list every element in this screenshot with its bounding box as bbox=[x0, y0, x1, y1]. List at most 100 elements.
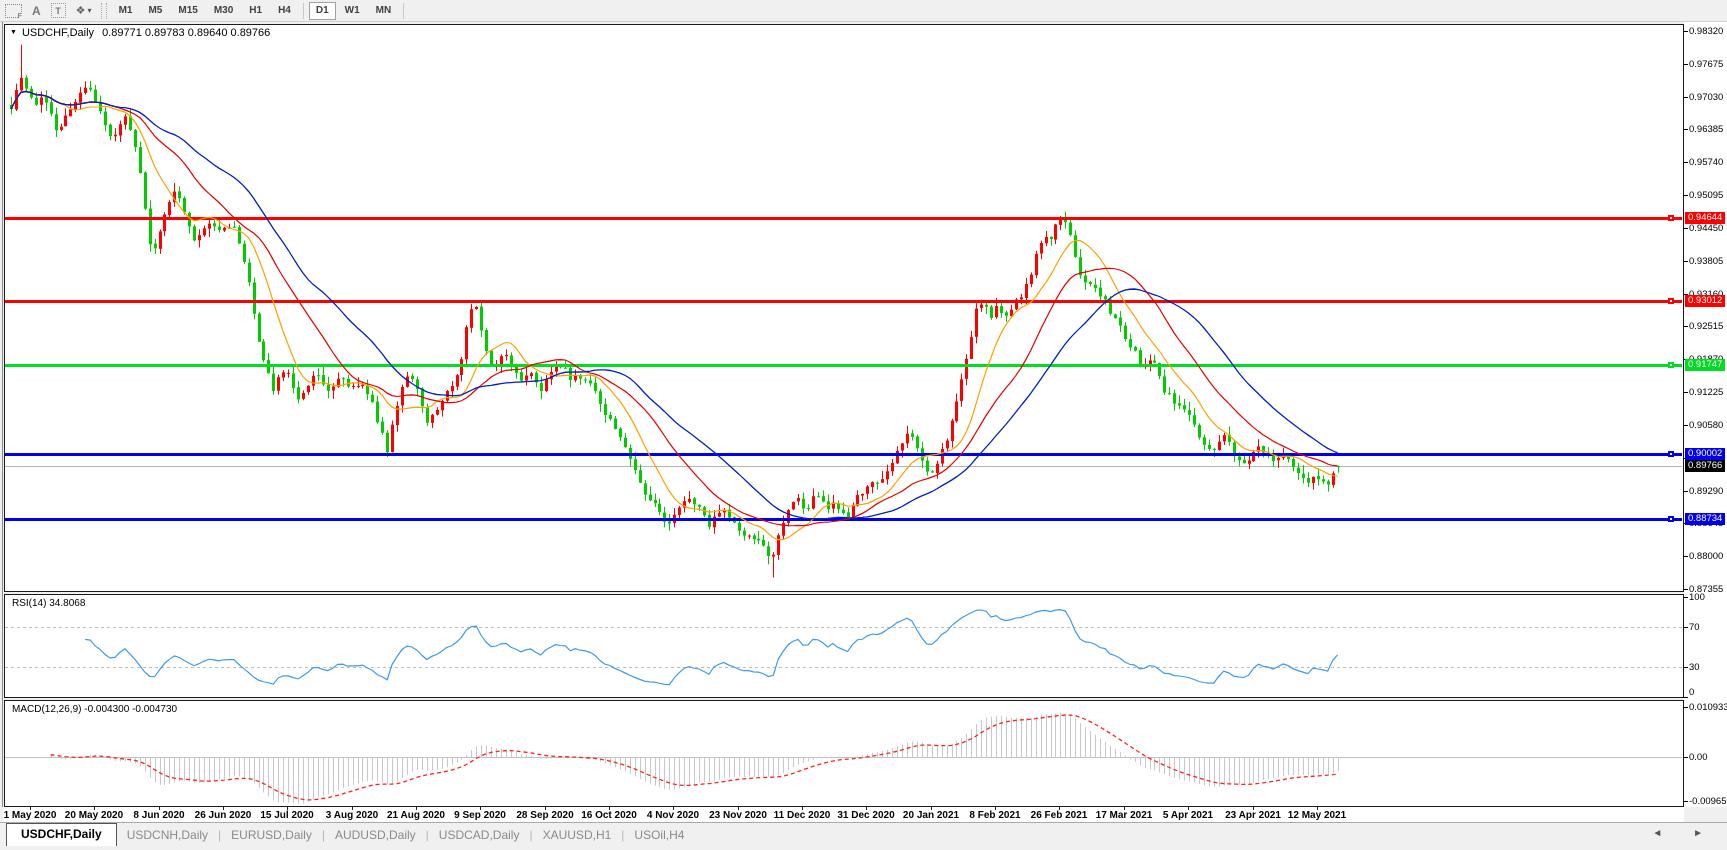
timeframe-button-m15[interactable]: M15 bbox=[171, 2, 204, 20]
timeframe-button-h1[interactable]: H1 bbox=[242, 2, 269, 20]
price-axis-label: 0.89290 bbox=[1689, 486, 1723, 497]
toolbar-separator bbox=[403, 3, 404, 19]
label-tool-icon[interactable]: T bbox=[51, 3, 66, 19]
price-axis-tick bbox=[1684, 556, 1688, 557]
date-axis-label: 15 Jul 2020 bbox=[260, 810, 313, 821]
tab-usdcad[interactable]: USDCAD,Daily bbox=[429, 825, 530, 846]
date-axis-label: 23 Nov 2020 bbox=[709, 810, 767, 821]
date-axis-label: 23 Apr 2021 bbox=[1225, 810, 1281, 821]
current-price-label: 0.89766 bbox=[1685, 460, 1725, 472]
macd-axis-label: -0.009653 bbox=[1689, 796, 1727, 807]
date-axis-label: 5 Apr 2021 bbox=[1163, 810, 1213, 821]
price-axis-tick bbox=[1684, 97, 1688, 98]
timeframe-button-mn[interactable]: MN bbox=[369, 2, 399, 20]
tab-eurusd[interactable]: EURUSD,Daily bbox=[221, 825, 322, 846]
rsi-axis-tick bbox=[1684, 627, 1688, 628]
chart-symbol-period: USDCHF,Daily bbox=[22, 27, 94, 39]
grid-f-tool-icon[interactable]: F bbox=[5, 3, 22, 19]
date-axis-label: 20 Jan 2021 bbox=[903, 810, 959, 821]
label-t-glyph: T bbox=[51, 3, 66, 18]
price-axis-tick bbox=[1684, 326, 1688, 327]
price-axis-tick bbox=[1684, 491, 1688, 492]
price-axis-label: 0.88000 bbox=[1689, 551, 1723, 562]
price-axis-label: 0.93805 bbox=[1689, 256, 1723, 267]
price-axis-tick bbox=[1684, 195, 1688, 196]
chart-tab-bar: USDCHF,DailyUSDCNH,Daily|EURUSD,Daily|AU… bbox=[0, 822, 1727, 846]
timeframe-button-d1[interactable]: D1 bbox=[309, 2, 336, 20]
text-a-glyph: A bbox=[32, 4, 41, 18]
price-axis-tick bbox=[1684, 31, 1688, 32]
terminal-window: F AT ❖▾ M1M5M15M30H1H4 D1W1MN ▼ USDCHF,Daily 0… bbox=[0, 0, 1727, 850]
price-axis-label: 0.96385 bbox=[1689, 124, 1723, 135]
tab-xauusd[interactable]: XAUUSD,H1 bbox=[533, 825, 622, 846]
tab-scroll-right-icon[interactable]: ► bbox=[1693, 828, 1717, 839]
timeframe-button-m1[interactable]: M1 bbox=[112, 2, 140, 20]
date-axis-label: 26 Feb 2021 bbox=[1031, 810, 1088, 821]
date-axis-label: 28 Sep 2020 bbox=[516, 810, 573, 821]
date-axis-label: 21 Aug 2020 bbox=[387, 810, 445, 821]
dropdown-arrow-icon[interactable]: ▾ bbox=[88, 6, 92, 15]
timeframe-button-m30[interactable]: M30 bbox=[207, 2, 240, 20]
price-axis-label: 0.97030 bbox=[1689, 92, 1723, 103]
date-axis-label: 8 Jun 2020 bbox=[133, 810, 184, 821]
shapes-glyph: ❖ bbox=[76, 4, 86, 17]
chart-ohlc-values: 0.89771 0.89783 0.89640 0.89766 bbox=[102, 27, 270, 39]
timeframe-button-h4[interactable]: H4 bbox=[271, 2, 298, 20]
macd-indicator-canvas[interactable] bbox=[4, 700, 1684, 807]
date-axis: 1 May 2020 20 May 2020 8 Jun 2020 26 Jun 20… bbox=[3, 807, 1684, 822]
tab-usdchf[interactable]: USDCHF,Daily bbox=[6, 823, 117, 846]
chart-title[interactable]: ▼ USDCHF,Daily 0.89771 0.89783 0.89640 0.8… bbox=[10, 27, 270, 39]
date-axis-label: 26 Jun 2020 bbox=[195, 810, 252, 821]
date-axis-label: 17 Mar 2021 bbox=[1096, 810, 1153, 821]
price-axis-tick bbox=[1684, 589, 1688, 590]
macd-axis-tick bbox=[1684, 707, 1688, 708]
rsi-indicator-canvas[interactable] bbox=[4, 594, 1684, 698]
price-axis-tick bbox=[1684, 64, 1688, 65]
price-axis-label: 0.95740 bbox=[1689, 157, 1723, 168]
price-axis-label: 0.97675 bbox=[1689, 59, 1723, 70]
price-chart-canvas[interactable] bbox=[4, 24, 1684, 592]
grid-f-letter: F bbox=[18, 13, 22, 20]
price-axis-label: 0.94450 bbox=[1689, 223, 1723, 234]
price-axis-label: 0.91225 bbox=[1689, 387, 1723, 398]
tab-usdcnh[interactable]: USDCNH,Daily bbox=[117, 825, 218, 846]
date-axis-label: 31 Dec 2020 bbox=[837, 810, 894, 821]
date-axis-label: 12 May 2021 bbox=[1288, 810, 1346, 821]
rsi-axis-tick bbox=[1684, 597, 1688, 598]
date-axis-label: 9 Sep 2020 bbox=[454, 810, 506, 821]
hline-price-label: 0.94644 bbox=[1685, 212, 1725, 224]
window-left-border bbox=[2, 22, 3, 807]
hline-price-label: 0.90002 bbox=[1685, 448, 1725, 460]
rsi-axis-label: 30 bbox=[1689, 662, 1700, 673]
rsi-axis-label: 0 bbox=[1689, 687, 1694, 698]
shapes-tool-icon[interactable]: ❖▾ bbox=[76, 3, 92, 19]
date-axis-label: 11 Dec 2020 bbox=[774, 810, 831, 821]
collapse-triangle-icon[interactable]: ▼ bbox=[10, 29, 17, 36]
macd-axis-tick bbox=[1684, 757, 1688, 758]
macd-axis-label: 0.010933 bbox=[1689, 702, 1727, 713]
tab-usoil[interactable]: USOil,H4 bbox=[624, 825, 694, 846]
price-axis-tick bbox=[1684, 228, 1688, 229]
macd-axis-label: 0.00 bbox=[1689, 752, 1708, 763]
price-axis-label: 0.95095 bbox=[1689, 190, 1723, 201]
timeframe-button-w1[interactable]: W1 bbox=[338, 2, 367, 20]
date-axis-label: 3 Aug 2020 bbox=[326, 810, 378, 821]
macd-axis-tick bbox=[1684, 801, 1688, 802]
price-axis-label: 0.98320 bbox=[1689, 26, 1723, 37]
price-axis-tick bbox=[1684, 129, 1688, 130]
date-axis-label: 8 Feb 2021 bbox=[969, 810, 1020, 821]
date-axis-label: 1 May 2020 bbox=[4, 810, 57, 821]
price-axis-tick bbox=[1684, 392, 1688, 393]
hline-price-label: 0.88734 bbox=[1685, 513, 1725, 525]
tab-scroll-left-icon[interactable]: ◄ bbox=[1652, 828, 1693, 839]
rsi-axis-tick bbox=[1684, 697, 1688, 698]
date-axis-label: 20 May 2020 bbox=[65, 810, 123, 821]
rsi-axis-label: 100 bbox=[1689, 592, 1705, 603]
price-axis-tick bbox=[1684, 261, 1688, 262]
tab-audusd[interactable]: AUDUSD,Daily bbox=[325, 825, 426, 846]
timeframe-button-m5[interactable]: M5 bbox=[141, 2, 169, 20]
toolbar-grip[interactable] bbox=[101, 3, 107, 19]
hline-price-label: 0.91747 bbox=[1685, 359, 1725, 371]
text-tool-icon[interactable]: A bbox=[32, 3, 41, 19]
tab-scroll-arrows[interactable]: ◄ ► bbox=[1652, 828, 1717, 839]
